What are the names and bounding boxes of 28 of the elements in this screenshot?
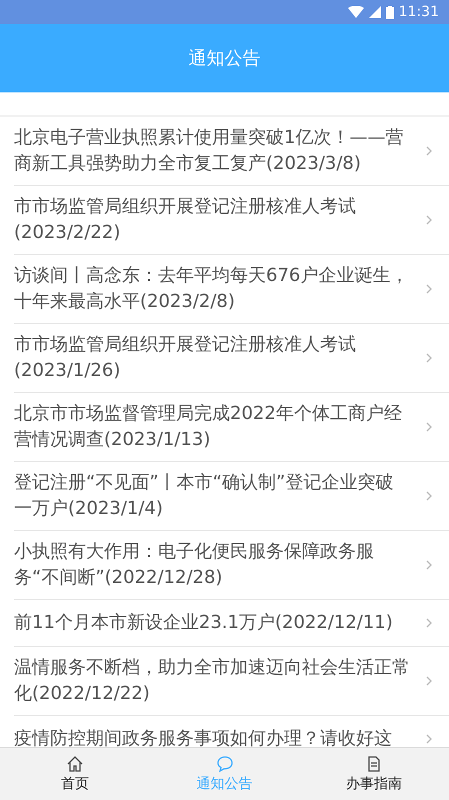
nav-tab[interactable]: 办事指南 bbox=[299, 748, 449, 800]
wifi-icon bbox=[348, 6, 364, 18]
notice-item[interactable]: 小执照有大作用：电子化便民服务保障政务服务“不间断”(2022/12/28) bbox=[14, 531, 449, 600]
notice-item[interactable]: 北京市市场监督管理局完成2022年个体工商户经营情况调查(2023/1/13) bbox=[14, 393, 449, 462]
notice-item[interactable]: 北京电子营业执照累计使用量突破1亿次！——营商新工具强势助力全市复工复产(2023/3/8) bbox=[14, 117, 449, 186]
chat-bubble-icon bbox=[216, 755, 234, 773]
chevron-icon bbox=[426, 491, 432, 501]
chevron-icon bbox=[426, 353, 432, 363]
nav-tab[interactable]: 首页 bbox=[0, 748, 150, 800]
notice-item[interactable]: 市市场监管局组织开展登记注册核准人考试(2023/2/22) bbox=[14, 186, 449, 255]
chevron-icon bbox=[426, 560, 432, 570]
chevron-icon bbox=[426, 284, 432, 294]
page-title: 通知公告 bbox=[188, 47, 260, 70]
chevron-icon bbox=[426, 618, 432, 628]
chevron-icon bbox=[426, 422, 432, 432]
clock: 11:31 bbox=[398, 4, 439, 20]
notice-item[interactable]: 温情服务不断档，助力全市加速迈向社会生活正常化(2022/12/22) bbox=[14, 647, 449, 716]
notice-item[interactable]: 前11个月本市新设企业23.1万户(2022/12/11) bbox=[14, 600, 449, 647]
chevron-icon bbox=[426, 676, 432, 686]
chevron-icon bbox=[426, 215, 432, 225]
chevron-icon bbox=[426, 734, 432, 744]
notice-item[interactable]: 市市场监管局组织开展登记注册核准人考试(2023/1/26) bbox=[14, 324, 449, 393]
notice-item[interactable]: 访谈间丨高念东：去年平均每天676户企业诞生，十年来最高水平(2023/2/8) bbox=[14, 255, 449, 324]
notice-item[interactable]: 登记注册“不见面”丨本市“确认制”登记企业突破一万户(2023/1/4) bbox=[14, 462, 449, 531]
home-icon bbox=[66, 755, 84, 773]
chevron-icon bbox=[426, 146, 432, 156]
signal-icon bbox=[368, 6, 381, 18]
battery-icon bbox=[386, 6, 394, 18]
